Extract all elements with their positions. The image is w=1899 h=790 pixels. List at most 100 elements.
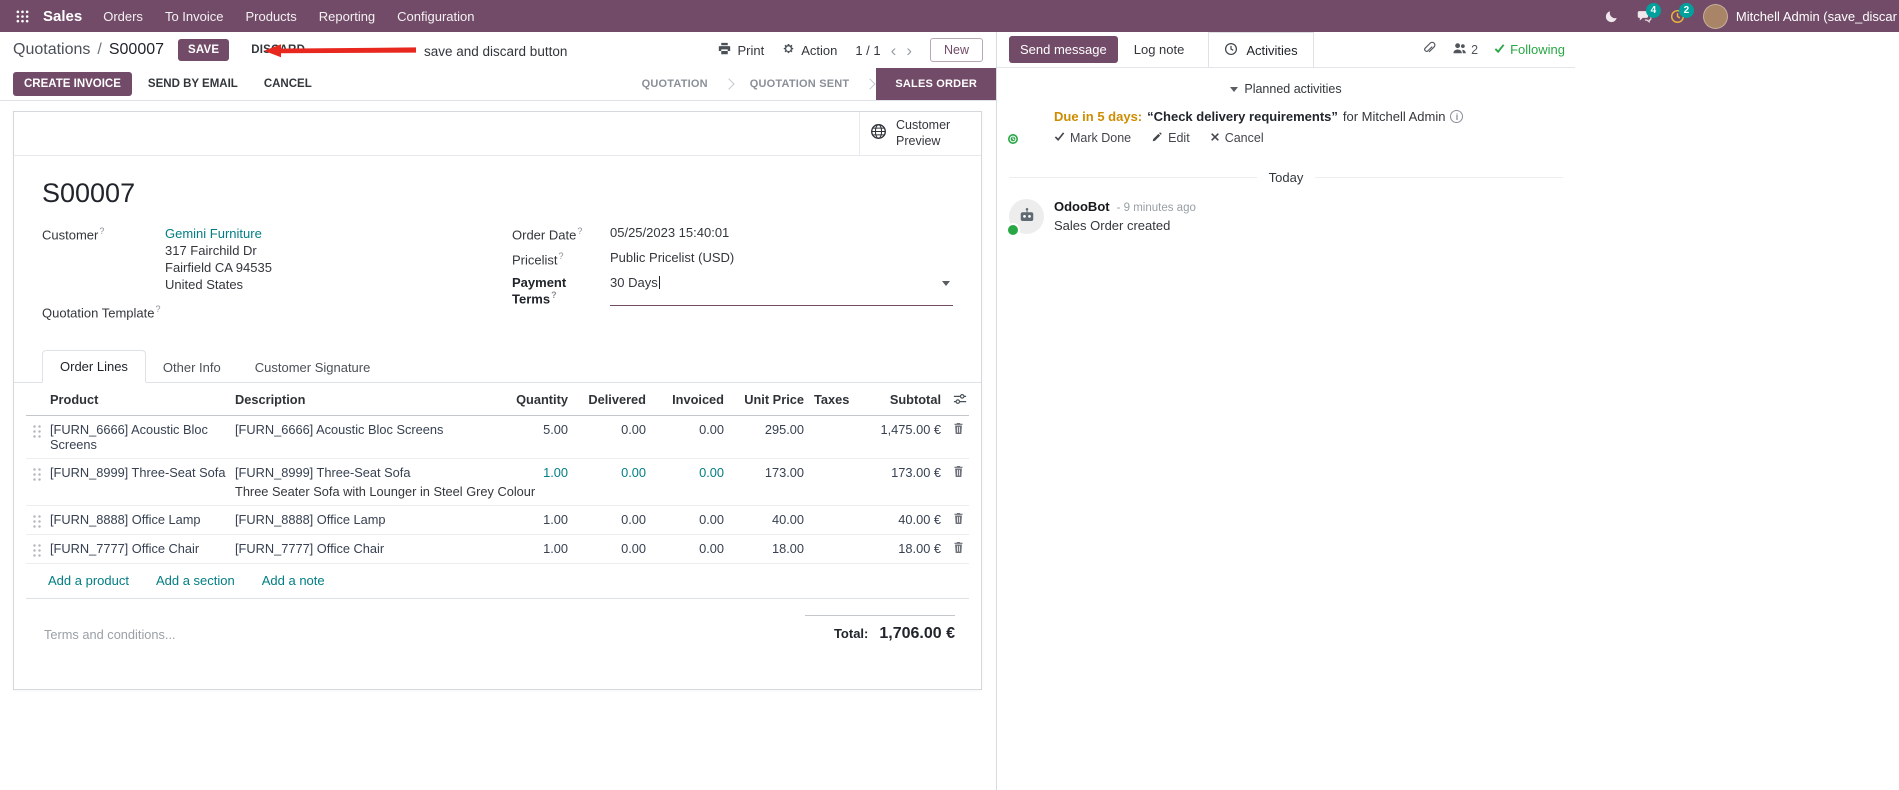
dropdown-caret-icon[interactable]: [942, 280, 950, 286]
caret-down-icon: [1230, 86, 1239, 92]
drag-handle-icon[interactable]: [32, 542, 42, 557]
moon-icon[interactable]: [1605, 9, 1619, 23]
product-cell[interactable]: [FURN_7777] Office Chair: [50, 541, 235, 556]
delivered-cell[interactable]: 0.00: [570, 465, 648, 480]
quotation-template-field[interactable]: Quotation Template?: [42, 303, 512, 320]
quantity-cell[interactable]: 1.00: [500, 512, 570, 527]
control-panel-right: Print Action 1 / 1 ‹ › New: [718, 38, 983, 62]
description-cell[interactable]: [FURN_8888] Office Lamp: [235, 512, 500, 527]
invoiced-cell[interactable]: 0.00: [648, 512, 726, 527]
unit-price-cell[interactable]: 173.00: [726, 465, 806, 480]
add-a-section-link[interactable]: Add a section: [156, 573, 235, 588]
messages-badge: 4: [1645, 2, 1661, 18]
globe-icon: [870, 123, 887, 145]
pager-next-icon[interactable]: ›: [906, 42, 912, 59]
delivered-cell[interactable]: 0.00: [570, 512, 648, 527]
stage-quotation[interactable]: QUOTATION: [627, 68, 723, 100]
print-button[interactable]: Print: [718, 42, 764, 58]
delivered-cell[interactable]: 0.00: [570, 541, 648, 556]
product-cell[interactable]: [FURN_8999] Three-Seat Sofa: [50, 465, 235, 480]
cancel-activity-button[interactable]: Cancel: [1210, 131, 1264, 146]
unit-price-cell[interactable]: 40.00: [726, 512, 806, 527]
menu-item-to-invoice[interactable]: To Invoice: [154, 2, 235, 31]
order-line-row[interactable]: [FURN_7777] Office Chair [FURN_7777] Off…: [26, 535, 969, 564]
following-button[interactable]: Following: [1494, 42, 1565, 57]
planned-activities-header[interactable]: Planned activities: [1009, 82, 1563, 96]
subtotal-cell: 18.00 €: [898, 540, 941, 556]
invoiced-cell[interactable]: 0.00: [648, 541, 726, 556]
invoiced-cell[interactable]: 0.00: [648, 465, 726, 480]
menu-item-products[interactable]: Products: [234, 2, 307, 31]
drag-handle-icon[interactable]: [32, 513, 42, 528]
order-line-row[interactable]: [FURN_8999] Three-Seat Sofa [FURN_8999] …: [26, 459, 969, 506]
edit-activity-button[interactable]: Edit: [1151, 131, 1190, 146]
send-by-email-button[interactable]: SEND BY EMAIL: [138, 72, 248, 96]
description-cell[interactable]: [FURN_6666] Acoustic Bloc Screens: [235, 422, 500, 437]
customer-preview-button[interactable]: Customer Preview: [859, 112, 981, 156]
log-note-button[interactable]: Log note: [1124, 36, 1195, 63]
stage-sales-order[interactable]: SALES ORDER: [876, 68, 996, 100]
payment-terms-input[interactable]: 30 Days: [610, 274, 953, 307]
customer-link[interactable]: Gemini Furniture: [165, 226, 262, 241]
order-line-row[interactable]: [FURN_6666] Acoustic Bloc Screens [FURN_…: [26, 416, 969, 459]
invoiced-cell[interactable]: 0.00: [648, 422, 726, 437]
quantity-cell[interactable]: 5.00: [500, 422, 570, 437]
apps-grid-icon[interactable]: [10, 10, 35, 23]
add-a-product-link[interactable]: Add a product: [48, 573, 129, 588]
action-button[interactable]: Action: [782, 42, 837, 58]
delete-row-icon[interactable]: [943, 422, 971, 435]
terms-and-conditions-placeholder[interactable]: Terms and conditions...: [44, 615, 176, 643]
description-cell[interactable]: [FURN_8999] Three-Seat Sofa Three Seater…: [235, 465, 535, 499]
paperclip-icon[interactable]: [1422, 41, 1436, 58]
quantity-cell[interactable]: 1.00: [500, 465, 570, 480]
optional-columns-icon[interactable]: [943, 392, 971, 406]
app-name[interactable]: Sales: [43, 8, 82, 25]
pricelist-value[interactable]: Public Pricelist (USD): [610, 250, 734, 267]
form-sheet: Customer Preview S00007 Customer? Gemini…: [13, 111, 982, 690]
col-quantity: Quantity: [516, 391, 568, 407]
order-date-value[interactable]: 05/25/2023 15:40:01: [610, 225, 729, 242]
create-invoice-button[interactable]: CREATE INVOICE: [13, 72, 132, 96]
activities-tab[interactable]: Activities: [1208, 32, 1314, 67]
activities-clock-icon[interactable]: 2: [1670, 2, 1694, 24]
drag-handle-icon[interactable]: [32, 466, 42, 481]
annotation-arrow-and-label: save and discard button: [264, 42, 567, 60]
menu-item-configuration[interactable]: Configuration: [386, 2, 485, 31]
fields-left-column: Customer? Gemini Furniture 317 Fairchild…: [42, 225, 512, 327]
menu-item-reporting[interactable]: Reporting: [308, 2, 386, 31]
messages-icon[interactable]: 4: [1637, 2, 1661, 24]
cancel-button[interactable]: CANCEL: [254, 72, 322, 96]
delete-row-icon[interactable]: [943, 541, 971, 554]
tab-customer-signature[interactable]: Customer Signature: [238, 352, 388, 383]
drag-handle-icon[interactable]: [32, 423, 42, 438]
quantity-cell[interactable]: 1.00: [500, 541, 570, 556]
tab-order-lines[interactable]: Order Lines: [42, 349, 146, 383]
product-cell[interactable]: [FURN_6666] Acoustic Bloc Screens: [50, 422, 235, 452]
menu-item-orders[interactable]: Orders: [92, 2, 154, 31]
mark-done-button[interactable]: Mark Done: [1054, 131, 1131, 146]
unit-price-cell[interactable]: 295.00: [726, 422, 806, 437]
stage-quotation-sent[interactable]: QUOTATION SENT: [735, 68, 865, 100]
delete-row-icon[interactable]: [943, 465, 971, 478]
tab-other-info[interactable]: Other Info: [146, 352, 238, 383]
col-product: Product: [50, 391, 99, 407]
product-cell[interactable]: [FURN_8888] Office Lamp: [50, 512, 235, 527]
stage-pipeline: QUOTATION QUOTATION SENT SALES ORDER: [627, 68, 996, 100]
save-button[interactable]: SAVE: [178, 39, 230, 61]
description-cell[interactable]: [FURN_7777] Office Chair: [235, 541, 500, 556]
pager-counter[interactable]: 1 / 1: [855, 43, 880, 58]
order-line-row[interactable]: [FURN_8888] Office Lamp [FURN_8888] Offi…: [26, 506, 969, 535]
new-button[interactable]: New: [929, 38, 983, 62]
breadcrumb: Quotations / S00007: [13, 41, 164, 59]
add-a-note-link[interactable]: Add a note: [262, 573, 325, 588]
followers-button[interactable]: 2: [1452, 41, 1478, 59]
delete-row-icon[interactable]: [943, 512, 971, 525]
pager-previous-icon[interactable]: ‹: [891, 42, 897, 59]
info-icon[interactable]: i: [1450, 110, 1464, 124]
send-message-button[interactable]: Send message: [1009, 36, 1118, 63]
breadcrumb-quotations[interactable]: Quotations: [13, 41, 90, 59]
help-marker: ?: [99, 226, 105, 237]
unit-price-cell[interactable]: 18.00: [726, 541, 806, 556]
delivered-cell[interactable]: 0.00: [570, 422, 648, 437]
user-menu[interactable]: Mitchell Admin (save_discar: [1702, 3, 1897, 29]
